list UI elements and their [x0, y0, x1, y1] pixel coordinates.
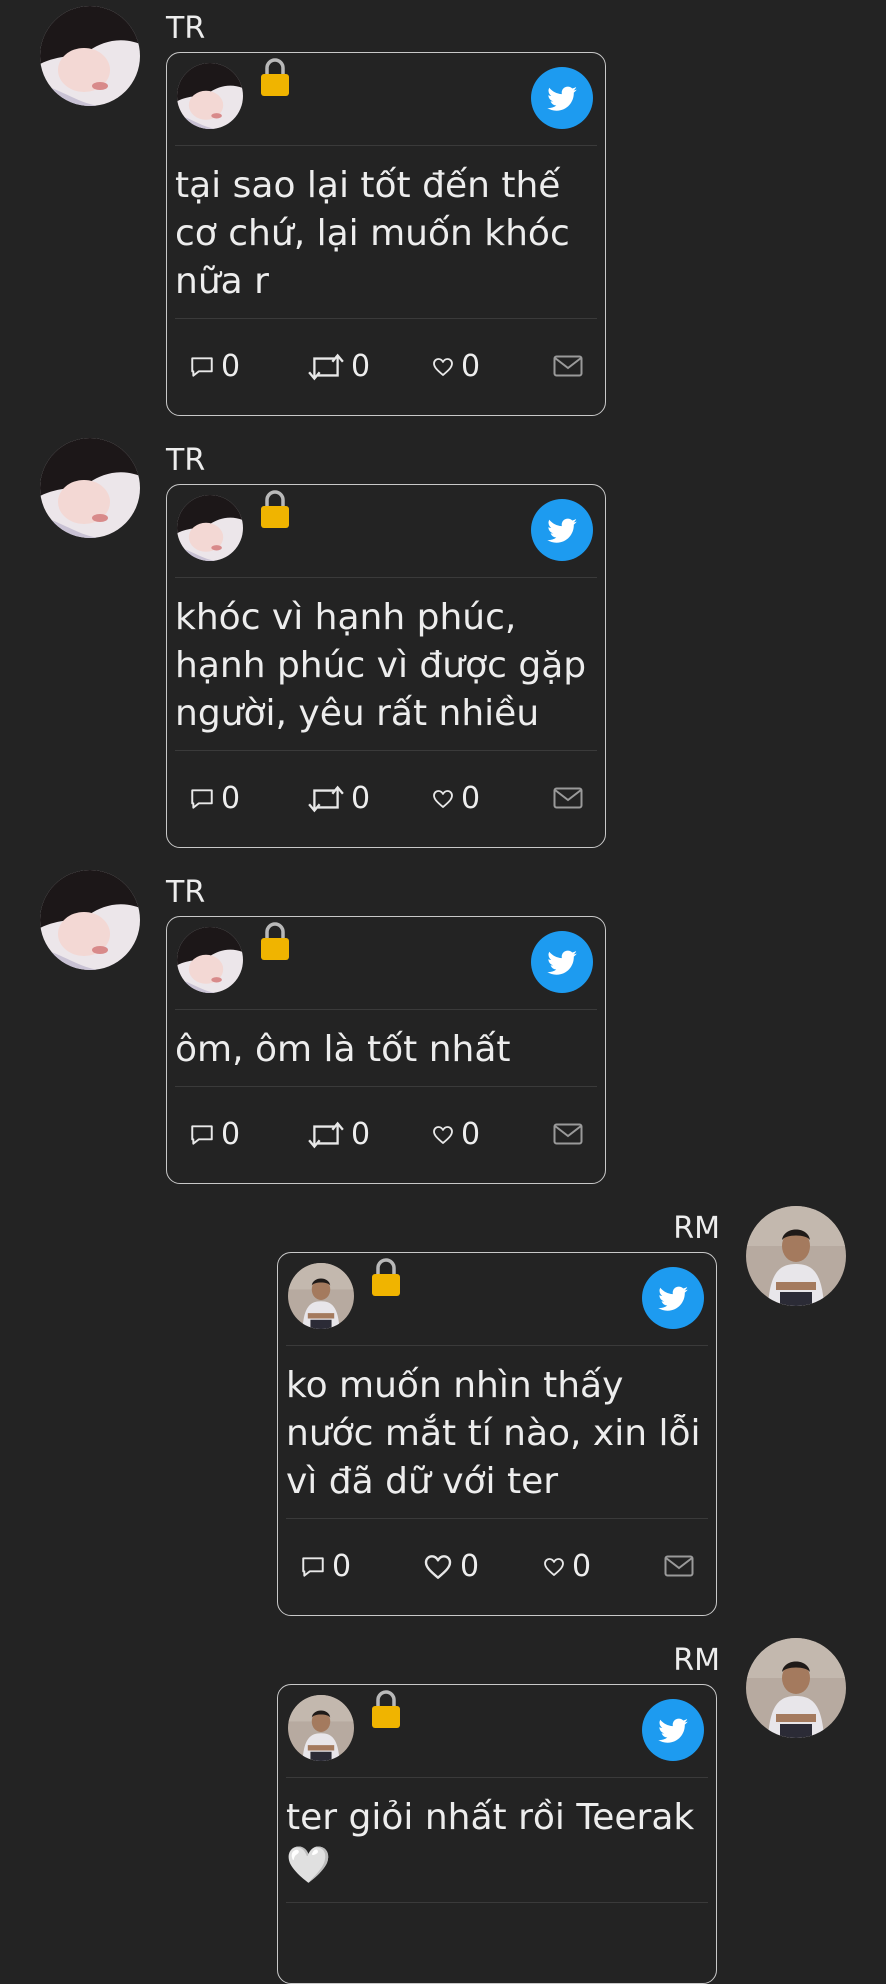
tweet-card[interactable]: khóc vì hạnh phúc, hạnh phúc vì được gặp… [166, 484, 606, 848]
like-count: 0 [461, 349, 481, 384]
sender-name: TR [166, 443, 206, 478]
tweet-actions: 0 0 0 [286, 1519, 708, 1615]
mail-icon[interactable] [664, 1555, 694, 1577]
like-button[interactable]: 0 [431, 1117, 480, 1153]
tweet-text: ko muốn nhìn thấy nước mắt tí nào, xin l… [286, 1346, 708, 1519]
retweet-count: 0 [351, 781, 371, 816]
like-button[interactable]: 0 [431, 349, 480, 385]
mail-icon[interactable] [553, 787, 583, 809]
lock-icon [370, 1689, 402, 1729]
heart-icon [542, 1555, 566, 1579]
retweet-button[interactable]: 0 [307, 781, 370, 817]
tweet-text: khóc vì hạnh phúc, hạnh phúc vì được gặp… [175, 578, 597, 751]
retweet-button[interactable]: 0 [307, 1117, 370, 1153]
card-header [175, 917, 597, 1010]
reply-count: 0 [221, 1117, 241, 1152]
reply-button[interactable]: 0 [189, 349, 240, 385]
card-header [286, 1685, 708, 1778]
sender-name: RM [673, 1211, 720, 1246]
sender-avatar[interactable] [40, 870, 140, 970]
sender-name: TR [166, 11, 206, 46]
message-3: TR ôm, ôm là tốt nhất 0 0 0 [0, 864, 886, 1194]
tweet-card[interactable]: ter giỏi nhất rồi Teerak 🤍 [277, 1684, 717, 1984]
reply-count: 0 [221, 781, 241, 816]
tweet-actions: 0 0 0 [175, 1087, 597, 1183]
card-header [175, 485, 597, 578]
twitter-bird-icon[interactable] [642, 1699, 704, 1761]
tweet-card[interactable]: ôm, ôm là tốt nhất 0 0 0 [166, 916, 606, 1184]
card-header [175, 53, 597, 146]
reply-button[interactable]: 0 [300, 1549, 351, 1585]
twitter-bird-icon[interactable] [642, 1267, 704, 1329]
comment-icon [189, 786, 215, 812]
lock-icon [259, 921, 291, 961]
twitter-bird-icon[interactable] [531, 931, 593, 993]
tweet-author-avatar[interactable] [288, 1695, 354, 1761]
like-button[interactable]: 0 [422, 1549, 479, 1585]
tweet-card[interactable]: tại sao lại tốt đến thế cơ chứ, lại muốn… [166, 52, 606, 416]
sender-name: TR [166, 875, 206, 910]
comment-icon [189, 1122, 215, 1148]
sender-avatar[interactable] [40, 6, 140, 106]
message-5: RM ter giỏi nhất rồi Teerak 🤍 [0, 1634, 886, 1984]
tweet-actions: 0 0 0 [175, 319, 597, 415]
reply-button[interactable]: 0 [189, 1117, 240, 1153]
heart-icon [422, 1551, 454, 1583]
twitter-bird-icon[interactable] [531, 67, 593, 129]
lock-icon [259, 57, 291, 97]
reply-button[interactable]: 0 [189, 781, 240, 817]
card-header [286, 1253, 708, 1346]
sender-avatar[interactable] [746, 1206, 846, 1306]
like-count: 0 [461, 781, 481, 816]
heart-icon [431, 1123, 455, 1147]
twitter-bird-icon[interactable] [531, 499, 593, 561]
tweet-author-avatar[interactable] [177, 63, 243, 129]
lock-icon [259, 489, 291, 529]
like-button-small[interactable]: 0 [542, 1549, 591, 1585]
sender-name: RM [673, 1643, 720, 1678]
comment-icon [189, 354, 215, 380]
lock-icon [370, 1257, 402, 1297]
tweet-card[interactable]: ko muốn nhìn thấy nước mắt tí nào, xin l… [277, 1252, 717, 1616]
tweet-text: ôm, ôm là tốt nhất [175, 1010, 597, 1087]
mail-icon[interactable] [553, 1123, 583, 1145]
comment-icon [300, 1554, 326, 1580]
tweet-text: ter giỏi nhất rồi Teerak 🤍 [286, 1778, 708, 1903]
retweet-count: 0 [351, 1117, 371, 1152]
message-2: TR khóc vì hạnh phúc, hạnh phúc vì được … [0, 432, 886, 852]
sender-avatar[interactable] [746, 1638, 846, 1738]
retweet-icon [307, 1120, 345, 1150]
mail-icon[interactable] [553, 355, 583, 377]
heart-icon [431, 355, 455, 379]
tweet-actions: 0 0 0 [175, 751, 597, 847]
retweet-button[interactable]: 0 [307, 349, 370, 385]
sender-avatar[interactable] [40, 438, 140, 538]
reply-count: 0 [332, 1549, 352, 1584]
retweet-icon [307, 784, 345, 814]
tweet-author-avatar[interactable] [288, 1263, 354, 1329]
retweet-icon [307, 352, 345, 382]
tweet-author-avatar[interactable] [177, 927, 243, 993]
like-count: 0 [460, 1549, 480, 1584]
reply-count: 0 [221, 349, 241, 384]
like-count-secondary: 0 [572, 1549, 592, 1584]
like-button[interactable]: 0 [431, 781, 480, 817]
tweet-author-avatar[interactable] [177, 495, 243, 561]
heart-icon [431, 787, 455, 811]
message-4: RM ko muốn nhìn thấy nước mắt tí nào, xi… [0, 1202, 886, 1622]
retweet-count: 0 [351, 349, 371, 384]
like-count: 0 [461, 1117, 481, 1152]
message-1: TR tại sao lại tốt đến thế cơ chứ, lại m… [0, 0, 886, 420]
tweet-text: tại sao lại tốt đến thế cơ chứ, lại muốn… [175, 146, 597, 319]
